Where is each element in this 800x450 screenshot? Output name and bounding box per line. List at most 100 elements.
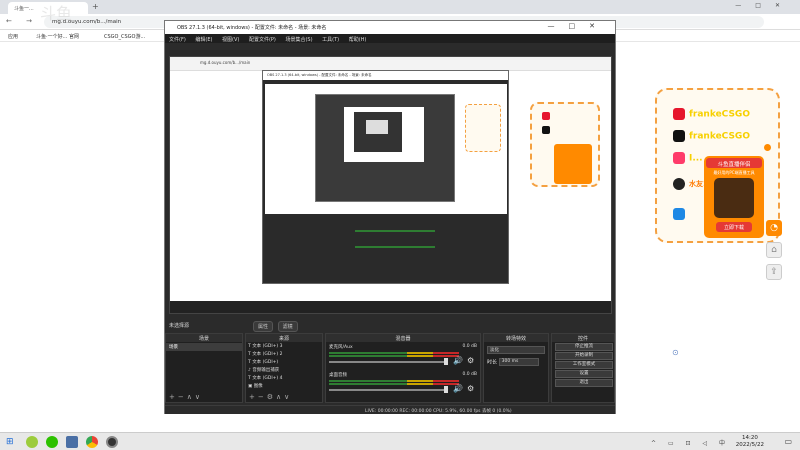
filters-button[interactable]: 滤镜 xyxy=(277,321,298,332)
nested-social-panel xyxy=(465,104,501,152)
new-tab-button[interactable]: + xyxy=(92,2,99,11)
scene-item[interactable]: 场景 xyxy=(166,343,242,351)
share-icon[interactable]: ⇪ xyxy=(766,264,782,280)
no-source-selected-label: 未选择源 xyxy=(169,323,190,329)
nested-obs-window-2 xyxy=(315,94,455,202)
timer-icon[interactable]: ◔ xyxy=(766,220,782,236)
volume-slider[interactable] xyxy=(329,389,447,391)
channel-name: 桌面音频 xyxy=(329,373,347,378)
source-toolbar: 属性 滤镜 xyxy=(253,321,301,332)
cursor-icon: ⊙ xyxy=(672,348,679,357)
obs-window-controls[interactable]: —□✕ xyxy=(548,22,609,30)
nested-docks xyxy=(265,216,507,281)
browser-window-controls[interactable]: —□✕ xyxy=(735,2,794,9)
mixer-channel-desktop: 桌面音频 0.0 dB 🔊 ⚙ xyxy=(329,372,479,396)
settings-button[interactable]: 设置 xyxy=(555,370,613,378)
volume-slider-knob[interactable] xyxy=(444,386,448,393)
sources-dock: 来源 T 文本 (GDI+) 3 T 文本 (GDI+) 2 T 文本 (GDI… xyxy=(245,333,323,403)
companion-card-small xyxy=(554,144,592,184)
chrome-icon[interactable] xyxy=(86,436,98,448)
weibo-icon-small xyxy=(542,112,550,120)
companion-logo-icon xyxy=(714,178,754,218)
app-icon-green[interactable] xyxy=(26,436,38,448)
scene-toolbar[interactable]: +−∧∨ xyxy=(166,393,242,402)
gear-icon[interactable]: ⚙ xyxy=(467,356,474,365)
watermark: 斗鱼 xyxy=(40,4,73,23)
nested-preview-2 xyxy=(344,107,424,162)
transition-duration: 时长 300 ms xyxy=(487,358,539,366)
volume-meter xyxy=(329,352,459,354)
qq-icon xyxy=(673,178,685,190)
volume-slider-knob[interactable] xyxy=(444,358,448,365)
menu-help[interactable]: 帮助(H) xyxy=(349,36,367,43)
nested-meter xyxy=(355,230,435,232)
volume-slider[interactable] xyxy=(329,361,447,363)
sources-dock-title: 来源 xyxy=(246,334,322,342)
browser-tab-strip: 斗鱼一... + —□✕ xyxy=(0,0,800,14)
clock-time: 14:20 xyxy=(741,435,758,441)
speaker-icon[interactable]: 🔊 xyxy=(453,356,463,365)
obs-status-bar: LIVE: 00:00:00 REC: 00:00:00 CPU: 5.9%, … xyxy=(165,405,615,414)
menu-scene-collection[interactable]: 场景集合(S) xyxy=(285,36,312,43)
source-toolbar[interactable]: +−⚙∧∨ xyxy=(246,393,322,402)
source-item[interactable]: T 文本 (GDI+) 4 xyxy=(246,374,322,382)
source-item[interactable]: T 文本 (GDI+) xyxy=(246,358,322,366)
menu-view[interactable]: 视图(V) xyxy=(222,36,239,43)
controls-dock-title: 控件 xyxy=(552,334,614,342)
obs-preview[interactable]: mg.d.ouyu.com/b.../main OBS 27.1.3 (64-b… xyxy=(169,56,612,314)
scenes-dock-title: 场景 xyxy=(166,334,242,342)
wechat-icon[interactable] xyxy=(46,436,58,448)
social-panel: frankeCSGO frankeCSGO I... 水友1群 ...65937… xyxy=(655,88,780,243)
preview-url: mg.d.ouyu.com/b.../main xyxy=(200,60,251,65)
app-icon-blue[interactable] xyxy=(66,436,78,448)
obs-window: OBS 27.1.3 (64-bit, windows) - 配置文件: 未命名… xyxy=(164,20,616,414)
gear-icon[interactable]: ⚙ xyxy=(467,384,474,393)
duration-input[interactable]: 300 ms xyxy=(498,358,539,366)
nested-obs-window: OBS 27.1.3 (64-bit, windows) - 配置文件: 未命名… xyxy=(262,70,509,284)
douyin-icon xyxy=(673,130,685,142)
nested-meter-2 xyxy=(355,246,435,248)
source-item[interactable]: ▣ 图像 xyxy=(246,382,322,390)
source-item[interactable]: T 文本 (GDI+) 3 xyxy=(246,342,322,350)
live-companion-card[interactable]: 斗鱼直播伴侣 最好用的PC端直播工具 立即下载 xyxy=(704,156,764,238)
obs-icon[interactable] xyxy=(106,436,118,448)
bookmark-apps[interactable]: 应用 xyxy=(8,33,18,40)
bookmark-douyu[interactable]: 斗鱼·一个好... 官网 xyxy=(36,33,79,40)
exit-button[interactable]: 退出 xyxy=(555,379,613,387)
menu-profile[interactable]: 配置文件(P) xyxy=(249,36,276,43)
home-icon[interactable]: ⌂ xyxy=(766,242,782,258)
nested-preview xyxy=(265,84,507,214)
transitions-dock-title: 转场特效 xyxy=(484,334,548,342)
tag-row: I... xyxy=(673,152,703,164)
studio-mode-button[interactable]: 工作室模式 xyxy=(555,361,613,369)
source-item[interactable]: T 文本 (GDI+) 2 xyxy=(246,350,322,358)
douyin-icon-small xyxy=(542,126,550,134)
weibo-icon xyxy=(673,108,685,120)
menu-edit[interactable]: 编辑(E) xyxy=(195,36,212,43)
card-title: 斗鱼直播伴侣 xyxy=(706,158,762,168)
taskbar-clock[interactable]: 14:20 2022/5/22 xyxy=(736,435,764,449)
close-icon[interactable] xyxy=(764,144,771,151)
mixer-dock-title: 混音器 xyxy=(326,334,480,342)
channel-db: 0.0 dB xyxy=(462,344,477,349)
volume-meter xyxy=(329,355,459,357)
menu-file[interactable]: 文件(F) xyxy=(169,36,186,43)
mixer-channel-mic: 麦克风/Aux 0.0 dB 🔊 ⚙ xyxy=(329,344,479,368)
obs-menu-bar: 文件(F) 编辑(E) 视图(V) 配置文件(P) 场景集合(S) 工具(T) … xyxy=(165,34,615,43)
stop-streaming-button[interactable]: 停止推流 xyxy=(555,343,613,351)
windows-start-icon[interactable]: ⊞ xyxy=(6,437,14,447)
bookmark-csgo[interactable]: CSGO_CSGO游... xyxy=(104,33,145,40)
start-recording-button[interactable]: 开始录制 xyxy=(555,352,613,360)
notification-icon[interactable]: ▭ xyxy=(784,437,792,446)
nested-preview-3 xyxy=(366,120,388,134)
source-item[interactable]: ♪ 音频输出捕获 xyxy=(246,366,322,374)
speaker-icon[interactable]: 🔊 xyxy=(453,384,463,393)
system-tray-icons[interactable]: ^ ▭ ⊡ ◁ 中 xyxy=(651,438,730,447)
tag-icon xyxy=(673,152,685,164)
menu-tools[interactable]: 工具(T) xyxy=(322,36,339,43)
transition-type-select[interactable]: 淡化 xyxy=(487,346,545,354)
channel-db: 0.0 dB xyxy=(462,372,477,377)
properties-button[interactable]: 属性 xyxy=(253,321,274,332)
transitions-dock: 转场特效 淡化 时长 300 ms xyxy=(483,333,549,403)
download-button[interactable]: 立即下载 xyxy=(716,222,752,232)
